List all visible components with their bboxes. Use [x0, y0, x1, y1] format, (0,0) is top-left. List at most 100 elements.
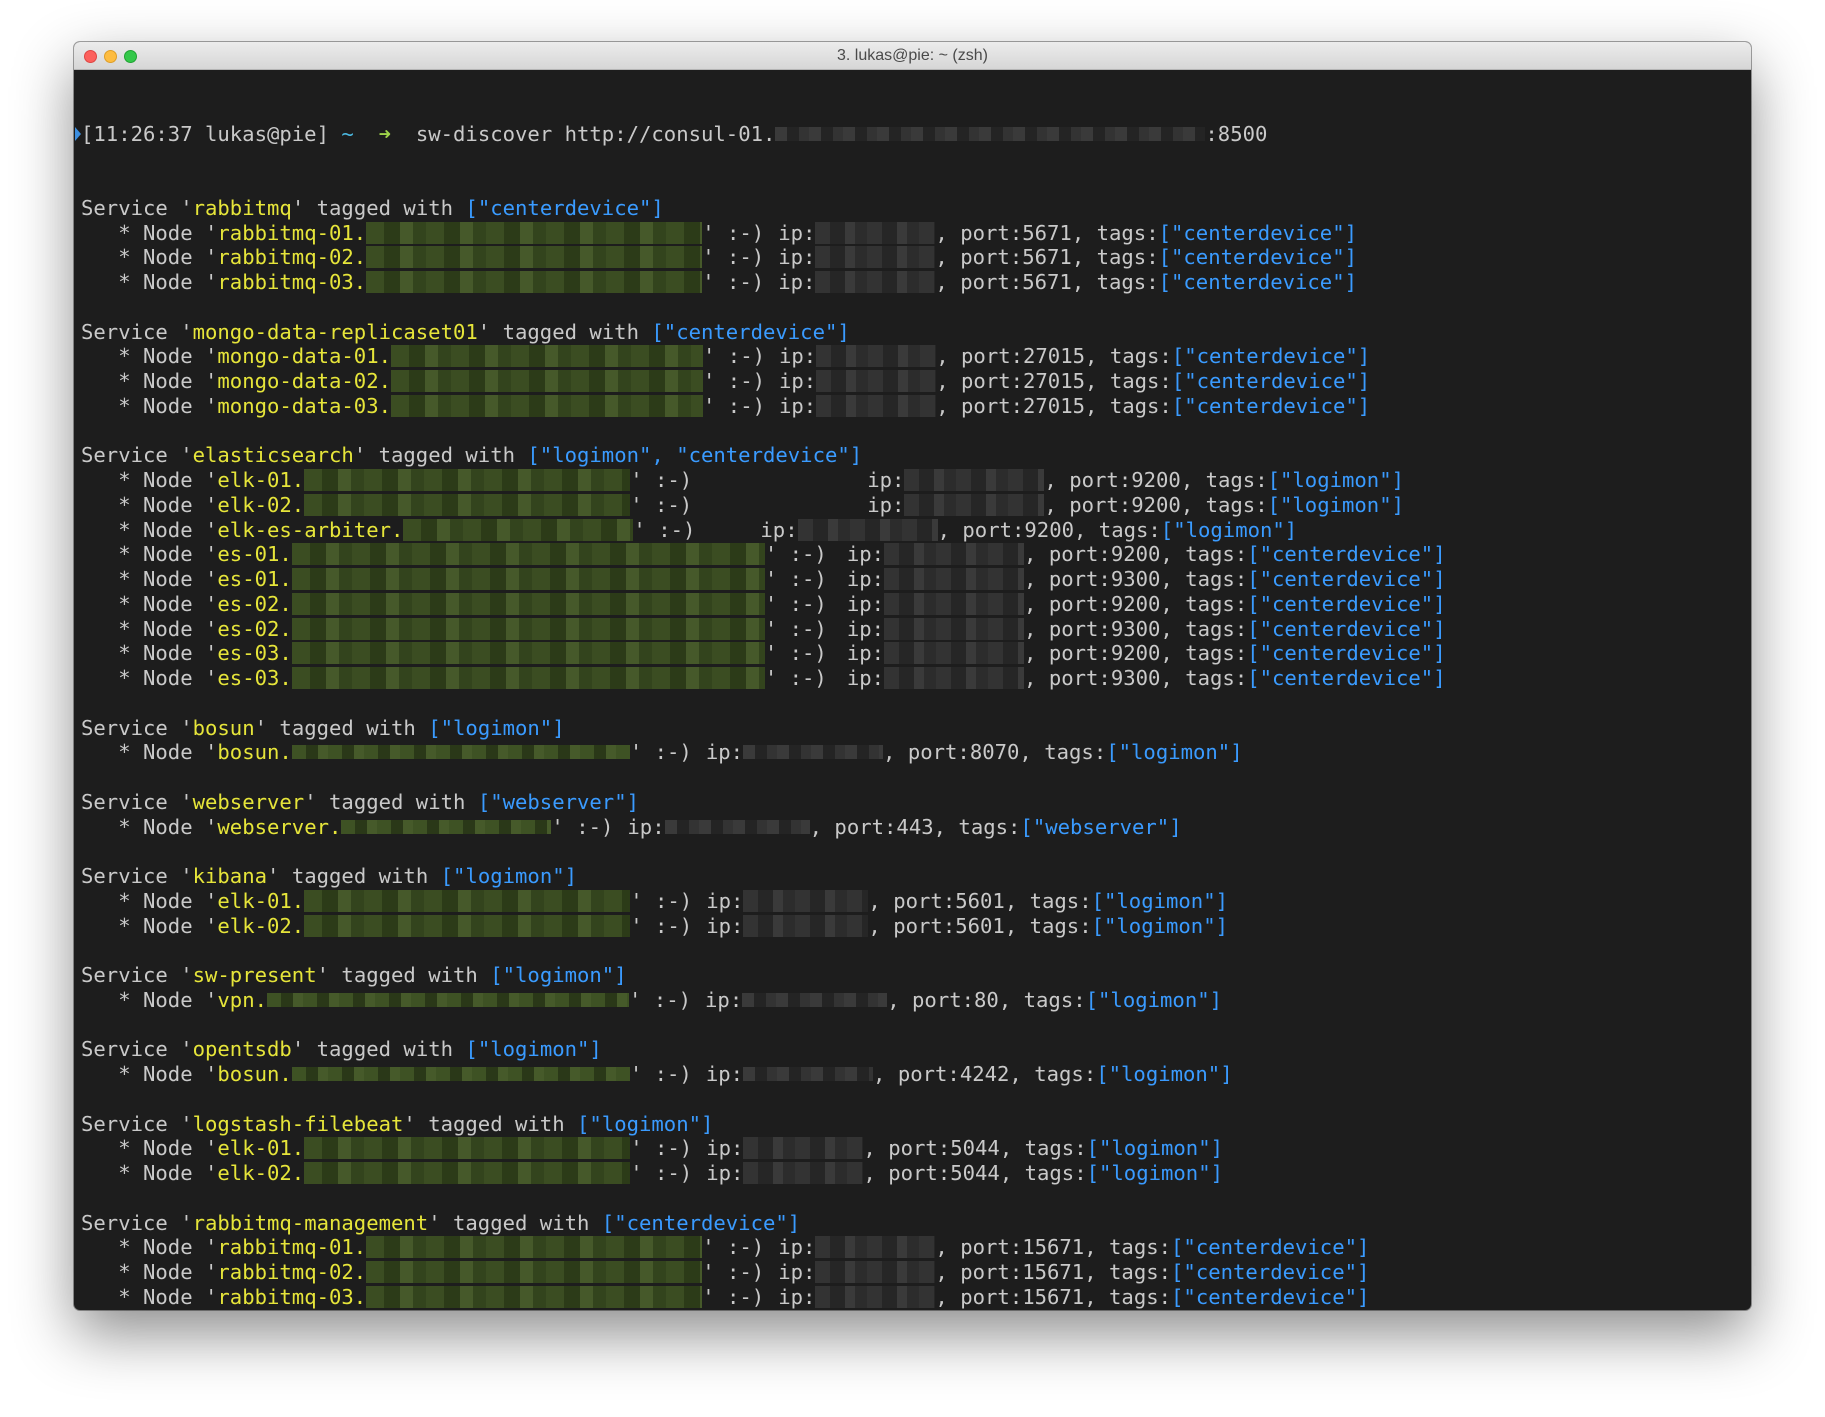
node-name: elk-01. [217, 888, 305, 913]
tagged-with-label: tagged with [279, 715, 416, 740]
comma: , [863, 1161, 876, 1185]
node-tags: ["logimon"] [1160, 517, 1298, 542]
redacted-ip [884, 543, 1025, 566]
redacted-ip [904, 493, 1045, 516]
service-header: Service 'kibana' tagged with ["logimon"] [81, 864, 578, 888]
comma: , [1024, 542, 1037, 567]
terminal-output[interactable]: [11:26:37 lukas@pie] ~ ➜ sw-discover htt… [75, 72, 1751, 1310]
comma: , [935, 270, 948, 294]
node-prefix: * Node [81, 542, 193, 567]
redacted-ip [884, 592, 1025, 615]
node-port: port:9300 [1048, 616, 1161, 641]
comma: , [1024, 616, 1037, 641]
node-name: es-01. [217, 542, 292, 567]
node-port: port:9300 [1048, 666, 1161, 690]
ip-label: ip: [846, 591, 885, 616]
comma: , [935, 1260, 948, 1284]
node-name: es-01. [217, 567, 292, 591]
redacted-ip [884, 642, 1025, 665]
command-suffix: :8500 [1205, 121, 1268, 146]
node-name: rabbitmq-02. [217, 245, 367, 270]
ip-label: ip: [867, 492, 905, 517]
node-tags: ["centerdevice"] [1247, 542, 1446, 567]
service-name: rabbitmq-management [192, 1210, 429, 1235]
redacted-ip [884, 617, 1025, 640]
tagged-with-label: tagged with [316, 1037, 454, 1062]
comma: , [936, 393, 949, 418]
ip-label: ip: [778, 1284, 816, 1309]
node-row: * Node 'elk-01. ' :-) ip:, port:5601, tags… [81, 888, 1228, 913]
node-row: * Node 'es-03. ' :-) ip:, port:9200, tags:… [81, 641, 1446, 666]
service-label: Service [81, 963, 168, 987]
node-tags: ["centerdevice"] [1247, 567, 1446, 591]
node-row: * Node 'bosun. ' :-) ip:, port:8070, tags:… [81, 740, 1243, 765]
ip-label: ip: [846, 567, 885, 591]
comma: , [935, 1235, 948, 1260]
node-port: port:9200 [1069, 468, 1181, 492]
ip-label: ip: [779, 369, 817, 393]
node-row: * Node 'es-01. ' :-) ip:, port:9200, tags:… [81, 542, 1446, 567]
redacted-ip [815, 271, 936, 293]
node-name: mongo-data-02. [217, 369, 391, 393]
terminal-window: 3. lukas@pie: ~ (zsh) [11:26:37 lukas@pi… [74, 42, 1751, 1310]
service-header: Service 'sw-present' tagged with ["logim… [81, 963, 627, 987]
node-status-smiley: ' :-) [551, 814, 614, 839]
node-prefix: * Node [81, 492, 193, 517]
node-status-smiley: ' :-) [702, 220, 765, 245]
service-header: Service 'logstash-filebeat' tagged with … [81, 1111, 714, 1136]
comma: , [1024, 641, 1037, 666]
node-name: webserver. [217, 814, 342, 839]
node-tags: ["centerdevice"] [1171, 1235, 1370, 1260]
comma: , [937, 517, 950, 542]
service-tags: ["centerdevice"] [601, 1210, 801, 1235]
ip-label: ip: [778, 1260, 816, 1284]
ip-label: ip: [778, 220, 816, 245]
redacted-hostname [291, 1067, 630, 1081]
ip-label: ip: [705, 987, 743, 1012]
node-row: * Node 'rabbitmq-03. ' :-) ip:, port:5671,… [81, 270, 1357, 294]
node-status-smiley: ' :-) [630, 888, 693, 913]
service-label: Service [81, 789, 168, 814]
service-list: Service 'rabbitmq' tagged with ["centerd… [81, 196, 1751, 1310]
redacted-hostname [291, 745, 630, 760]
redacted-hostname [366, 1285, 703, 1308]
node-name: bosun. [217, 740, 292, 765]
comma: , [936, 369, 949, 393]
node-port: port:5044 [888, 1136, 1000, 1161]
service-label: Service [81, 195, 168, 220]
redacted-ip [743, 889, 869, 912]
node-row: * Node 'webserver. ' :-) ip:, port:443, ta… [81, 814, 1182, 839]
node-status-smiley: ' :-) [702, 1235, 765, 1260]
redacted-ip [815, 246, 936, 269]
node-port: port:27015 [961, 344, 1086, 369]
node-prefix: * Node [81, 913, 193, 938]
redacted-hostname [391, 370, 703, 392]
ip-label: ip: [706, 888, 744, 913]
node-tags: ["webserver"] [1020, 814, 1182, 839]
node-name: elk-es-arbiter. [217, 517, 404, 542]
tagged-with-label: tagged with [502, 319, 639, 344]
node-prefix: * Node [81, 1260, 193, 1284]
node-prefix: * Node [81, 666, 193, 690]
node-port: port:9200 [1048, 542, 1161, 567]
node-name: es-03. [217, 641, 292, 666]
node-status-smiley: ' :-) [702, 1284, 765, 1309]
prompt-text: [11:26:37 lukas@pie] [81, 121, 329, 146]
comma: , [1024, 567, 1037, 591]
node-row: * Node 'es-02. ' :-) ip:, port:9200, tags:… [81, 591, 1446, 616]
service-header: Service 'opentsdb' tagged with ["logimon… [81, 1037, 602, 1062]
node-row: * Node 'elk-02. ' :-) ip:, port:9200, tags… [81, 492, 1404, 517]
ip-label: ip: [779, 393, 817, 418]
node-port: port:443 [834, 814, 934, 839]
service-name: mongo-data-replicaset01 [192, 319, 478, 344]
node-port: port:5671 [960, 270, 1072, 294]
redacted-hostname [291, 667, 765, 689]
node-row: * Node 'mongo-data-01. ' :-) ip:, port:270… [81, 344, 1371, 369]
node-name: elk-01. [217, 1136, 305, 1161]
comma: , [1044, 492, 1057, 517]
prompt-line: [11:26:37 lukas@pie] ~ ➜ sw-discover htt… [75, 121, 1751, 147]
node-name: mongo-data-03. [217, 393, 391, 418]
service-tags: ["webserver"] [477, 789, 639, 814]
